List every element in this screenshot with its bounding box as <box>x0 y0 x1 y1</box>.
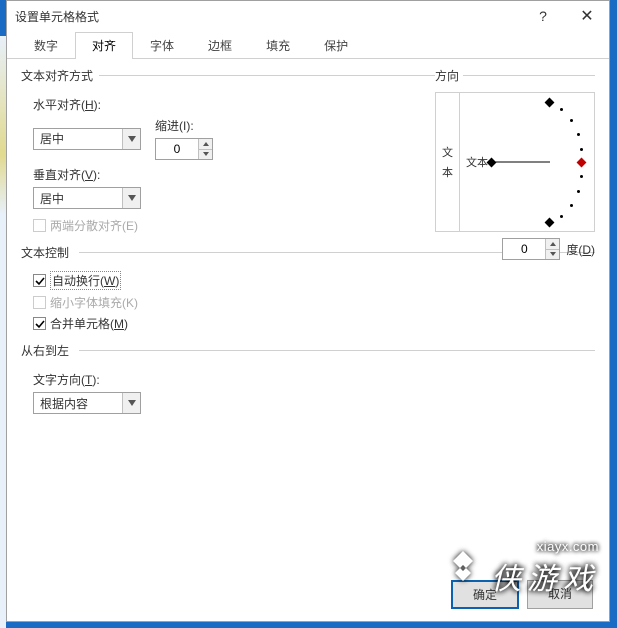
dial-tick <box>580 175 583 178</box>
degree-spinner[interactable] <box>502 238 560 260</box>
tab-fill[interactable]: 填充 <box>249 32 307 59</box>
dial-needle <box>490 162 550 163</box>
vertical-align-value: 居中 <box>34 188 122 208</box>
group-label: 从右到左 <box>21 342 73 359</box>
indent-value[interactable] <box>156 139 198 159</box>
dial-tick <box>570 119 573 122</box>
vertical-align-label: 垂直对齐(V): <box>33 166 381 183</box>
spinner-up-icon[interactable] <box>199 139 212 150</box>
tab-alignment[interactable]: 对齐 <box>75 32 133 59</box>
ok-button[interactable]: 确定 <box>451 580 519 609</box>
tab-number[interactable]: 数字 <box>17 32 75 59</box>
dialog-window: 设置单元格格式 ? ✕ 数字 对齐 字体 边框 填充 保护 文本对齐方式 水平对… <box>6 0 610 622</box>
tab-strip: 数字 对齐 字体 边框 填充 保护 <box>7 31 609 59</box>
justify-distributed-checkbox: 两端分散对齐(E) <box>33 217 381 234</box>
group-label: 方向 <box>435 69 463 83</box>
dial-tick <box>570 204 573 207</box>
justify-distributed-label: 两端分散对齐(E) <box>50 217 138 234</box>
dial-tick <box>560 215 563 218</box>
cancel-button[interactable]: 取消 <box>527 580 593 609</box>
text-direction-value: 根据内容 <box>34 393 122 413</box>
degree-value[interactable] <box>503 239 545 259</box>
wrap-text-checkbox[interactable]: 自动换行(W) <box>33 271 595 290</box>
dial-tick <box>580 148 583 151</box>
titlebar: 设置单元格格式 ? ✕ <box>7 1 609 31</box>
chevron-down-icon <box>122 393 140 413</box>
group-orientation: 方向 文 本 文本 <box>435 67 595 260</box>
indent-label: 缩进(I): <box>155 117 213 134</box>
dial-marker <box>545 98 555 108</box>
help-button[interactable]: ? <box>521 1 565 31</box>
vertical-align-combo[interactable]: 居中 <box>33 187 141 209</box>
text-direction-combo[interactable]: 根据内容 <box>33 392 141 414</box>
window-title: 设置单元格格式 <box>15 8 99 25</box>
group-right-to-left: 从右到左 文字方向(T): 根据内容 <box>21 342 595 414</box>
dial-label: 文本 <box>466 154 488 170</box>
chevron-down-icon <box>122 129 140 149</box>
tab-font[interactable]: 字体 <box>133 32 191 59</box>
indent-spinner[interactable] <box>155 138 213 160</box>
tab-protection[interactable]: 保护 <box>307 32 365 59</box>
degree-label: 度(D) <box>566 241 595 258</box>
tab-content: 文本对齐方式 水平对齐(H): 居中 缩进(I): <box>7 59 609 621</box>
dial-marker <box>487 158 497 168</box>
dial-tick <box>577 190 580 193</box>
group-label: 文本控制 <box>21 244 73 261</box>
orientation-control[interactable]: 文 本 文本 <box>435 92 595 232</box>
spinner-down-icon[interactable] <box>199 150 212 160</box>
group-label: 文本对齐方式 <box>21 67 97 84</box>
close-button[interactable]: ✕ <box>565 1 609 31</box>
orientation-dial[interactable]: 文本 <box>460 93 594 231</box>
horizontal-align-label: 水平对齐(H): <box>33 96 381 113</box>
dial-tick <box>577 133 580 136</box>
chevron-down-icon <box>122 188 140 208</box>
spinner-down-icon[interactable] <box>546 250 559 260</box>
merge-cells-checkbox[interactable]: 合并单元格(M) <box>33 315 595 332</box>
shrink-label: 缩小字体填充(K) <box>50 294 138 311</box>
horizontal-align-combo[interactable]: 居中 <box>33 128 141 150</box>
dial-marker <box>545 218 555 228</box>
dial-marker-current <box>577 158 587 168</box>
tab-border[interactable]: 边框 <box>191 32 249 59</box>
text-direction-label: 文字方向(T): <box>33 371 595 388</box>
dial-tick <box>560 108 563 111</box>
horizontal-align-value: 居中 <box>34 129 122 149</box>
spinner-up-icon[interactable] <box>546 239 559 250</box>
dialog-buttons: 确定 取消 <box>451 580 593 609</box>
vertical-text-button[interactable]: 文 本 <box>436 93 460 231</box>
shrink-to-fit-checkbox: 缩小字体填充(K) <box>33 294 595 311</box>
